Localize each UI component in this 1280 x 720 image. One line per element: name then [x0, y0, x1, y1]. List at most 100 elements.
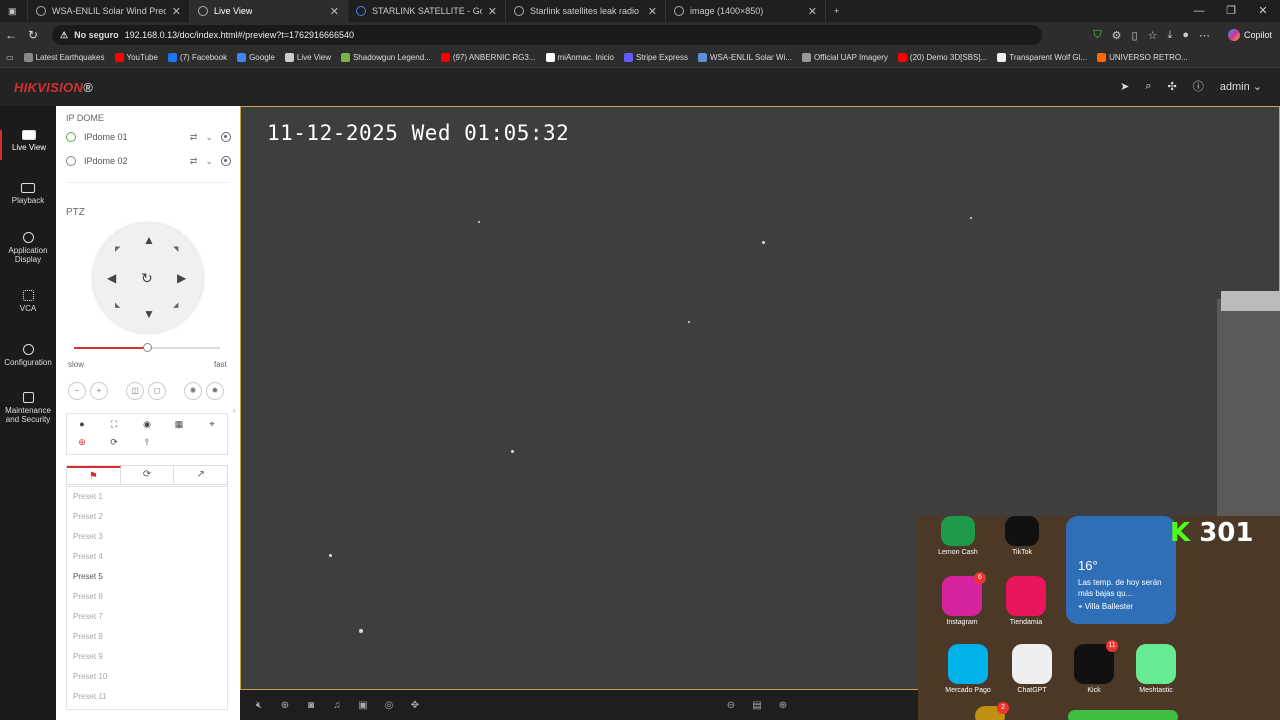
tab-pattern-icon[interactable]: ↗: [174, 466, 227, 484]
warning-icon[interactable]: ⚠: [60, 30, 68, 41]
nav-application-display[interactable]: Application Display: [0, 232, 56, 264]
tab-presets-flag-icon[interactable]: ⚑: [67, 466, 121, 484]
preset-item[interactable]: Preset 2: [67, 507, 227, 527]
app-icon-meshtastic[interactable]: Meshtastic: [1126, 644, 1186, 694]
iris-close-icon[interactable]: ✹: [206, 382, 224, 400]
lens-init-icon[interactable]: ◉: [140, 419, 154, 430]
ptz-down-button[interactable]: ▼: [143, 307, 155, 321]
preset-item[interactable]: Preset 9: [67, 647, 227, 667]
minimize-icon[interactable]: —: [1184, 0, 1214, 22]
refresh-icon[interactable]: ⟳: [107, 437, 121, 448]
iris-open-icon[interactable]: ✺: [184, 382, 202, 400]
record-clip-icon[interactable]: ▣: [350, 700, 376, 711]
stream-switch-icon[interactable]: ⇄: [190, 156, 198, 167]
tab-actions-icon[interactable]: ▣: [0, 0, 28, 22]
send-icon[interactable]: ➤: [1120, 80, 1129, 93]
nav-playback[interactable]: Playback: [0, 183, 56, 205]
bookmark-item[interactable]: (7) Facebook: [167, 53, 227, 62]
extensions-icon[interactable]: ⚙: [1112, 29, 1122, 42]
back-icon[interactable]: ←: [0, 28, 22, 42]
record-icon[interactable]: [221, 155, 231, 166]
bookmark-item[interactable]: miAnmac. Inicio: [545, 53, 614, 62]
app-icon-mercado-pago[interactable]: Mercado Pago: [938, 644, 998, 694]
window-split-icon[interactable]: ▤: [744, 700, 770, 711]
focus-far-icon[interactable]: ◻: [148, 382, 166, 400]
search-zoom-icon[interactable]: ⊕: [75, 437, 89, 448]
collapse-panel-icon[interactable]: ‹: [233, 406, 236, 415]
tab-starlink-google[interactable]: STARLINK SATELLITE - Google Se ✕: [348, 0, 506, 22]
new-tab-button[interactable]: +: [826, 0, 852, 22]
preset-item[interactable]: Preset 4: [67, 547, 227, 567]
wiper-icon[interactable]: ⫯: [140, 437, 154, 448]
bookmark-item[interactable]: YouTube: [114, 53, 158, 62]
bookmark-item[interactable]: Official UAP Imagery: [801, 53, 888, 62]
nav-configuration[interactable]: Configuration: [0, 344, 56, 367]
close-tab-icon[interactable]: ✕: [808, 5, 817, 18]
close-window-icon[interactable]: ✕: [1248, 0, 1278, 22]
close-tab-icon[interactable]: ✕: [648, 5, 657, 18]
search-icon[interactable]: ⌕: [1145, 80, 1151, 93]
nav-vca[interactable]: VCA: [0, 290, 56, 313]
app-icon-kick[interactable]: 11 Kick: [1064, 640, 1124, 694]
ptz-up-button[interactable]: ▲: [143, 233, 155, 247]
chevron-down-icon[interactable]: ⌄: [205, 132, 213, 143]
omnibox[interactable]: ⚠ No seguro 192.168.0.13/doc/index.html#…: [52, 25, 1042, 45]
bookmark-item[interactable]: Stripe Express: [623, 53, 688, 62]
preset-item[interactable]: Preset 8: [67, 627, 227, 647]
bookmark-item[interactable]: Live View: [284, 53, 331, 62]
light-icon[interactable]: ●: [75, 419, 89, 429]
app-icon-lemon-cash[interactable]: Lemon Cash: [928, 516, 988, 556]
focus-near-icon[interactable]: ◫: [126, 382, 144, 400]
ptz-down-left-button[interactable]: ◣: [115, 301, 120, 309]
mute-icon[interactable]: 🔇︎: [246, 700, 272, 711]
ptz-right-button[interactable]: ▶: [177, 271, 186, 285]
app-icon-instagram[interactable]: 6 Instagram: [932, 572, 992, 626]
downloads-icon[interactable]: ⤓: [1167, 29, 1172, 42]
bookmark-item[interactable]: Transparent Wolf Gl...: [997, 53, 1087, 62]
sidebar-toggle-icon[interactable]: ▭: [6, 53, 14, 62]
bookmark-item[interactable]: Latest Earthquakes: [23, 53, 105, 62]
zoom-in-icon[interactable]: +: [90, 382, 108, 400]
info-icon[interactable]: ⓘ: [1193, 78, 1204, 94]
app-icon-tiktok[interactable]: TikTok: [992, 516, 1052, 556]
split-icon[interactable]: ▯: [1132, 29, 1138, 42]
tab-patrol-icon[interactable]: ⟳: [121, 466, 175, 484]
close-tab-icon[interactable]: ✕: [488, 5, 497, 18]
preset-item[interactable]: Preset 11: [67, 687, 227, 707]
shield-icon[interactable]: ⛉: [1093, 29, 1101, 42]
more-menu-icon[interactable]: ⋯: [1199, 29, 1210, 42]
user-menu[interactable]: admin ⌄: [1220, 80, 1262, 93]
next-page-icon[interactable]: ⊕: [770, 700, 796, 711]
preset-item[interactable]: Preset 6: [67, 587, 227, 607]
zoom-out-icon[interactable]: −: [68, 382, 86, 400]
fisheye-icon[interactable]: ◎: [376, 700, 402, 711]
speed-slider[interactable]: [74, 343, 220, 352]
security-label[interactable]: No seguro: [74, 30, 119, 40]
maximize-icon[interactable]: ❐: [1216, 0, 1246, 22]
ptz-down-right-button[interactable]: ◢: [173, 301, 178, 309]
preset-item[interactable]: Preset 10: [67, 667, 227, 687]
bookmark-item[interactable]: WSA-ENLIL Solar Wi...: [698, 53, 792, 62]
profile-avatar[interactable]: ●: [1182, 29, 1189, 41]
preset-item[interactable]: Preset 1: [67, 487, 227, 507]
nav-maintenance[interactable]: Maintenance and Security: [0, 392, 56, 424]
ptz-auto-button[interactable]: ↻: [141, 270, 153, 287]
auto-tracking-icon[interactable]: ⌖: [205, 419, 219, 430]
previous-page-icon[interactable]: ⊖: [718, 700, 744, 711]
close-tab-icon[interactable]: ✕: [330, 5, 339, 18]
bookmark-item[interactable]: Shadowgun Legend...: [340, 53, 431, 62]
grid-icon[interactable]: ▦: [172, 419, 186, 430]
speed-slider-handle[interactable]: [143, 343, 152, 352]
preset-item[interactable]: Preset 5: [67, 567, 227, 587]
bookmark-item[interactable]: UNIVERSO RETRO...: [1097, 53, 1188, 62]
app-icon-chatgpt[interactable]: ChatGPT: [1002, 644, 1062, 694]
url-text[interactable]: 192.168.0.13/doc/index.html#/preview?t=1…: [125, 30, 354, 40]
ptz-up-right-button[interactable]: ◥: [173, 245, 178, 253]
ptz-left-button[interactable]: ◀: [107, 271, 116, 285]
tab-live-view[interactable]: Live View ✕: [190, 0, 348, 22]
ptz-up-left-button[interactable]: ◤: [115, 245, 120, 253]
bookmark-item[interactable]: Google: [237, 53, 275, 62]
weather-widget[interactable]: 16° Las temp. de hoy serán más bajas qu.…: [1066, 516, 1176, 624]
bookmark-item[interactable]: (97) ANBERNIC RG3...: [440, 53, 536, 62]
preset-item[interactable]: Preset 3: [67, 527, 227, 547]
